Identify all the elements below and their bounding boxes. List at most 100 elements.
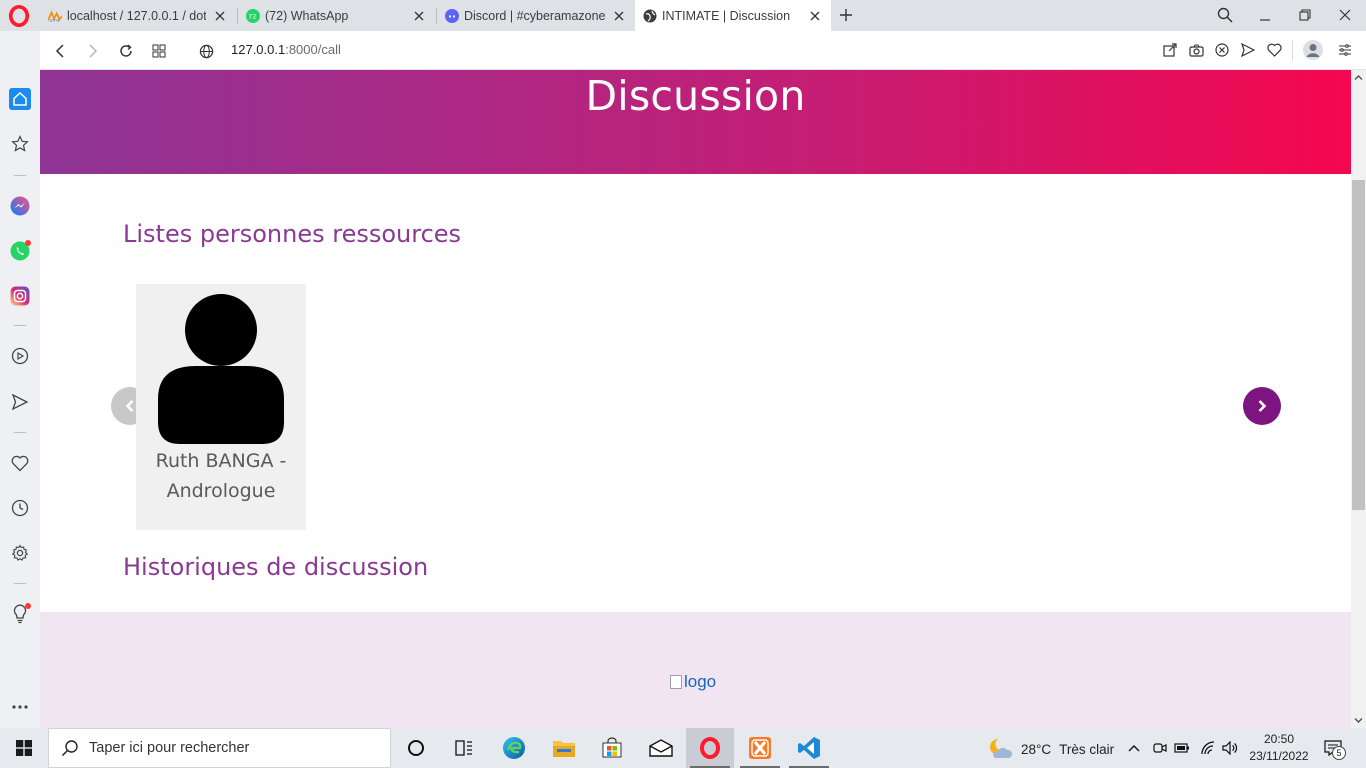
tab-title: localhost / 127.0.0.1 / dotc: [67, 8, 206, 23]
tab-title: INTIMATE | Discussion: [662, 8, 791, 23]
flow-send-icon[interactable]: [9, 391, 31, 413]
clock-date[interactable]: 23/11/2022: [1243, 749, 1315, 763]
player-icon[interactable]: [9, 345, 31, 367]
instagram-icon[interactable]: [9, 285, 31, 307]
close-icon[interactable]: [611, 8, 627, 24]
globe-icon: [643, 9, 657, 23]
show-hidden-icons-chevron-icon[interactable]: [1124, 728, 1144, 768]
hero-banner: Discussion: [40, 70, 1351, 174]
address-bar: 127.0.0.1:8000/call: [40, 31, 1366, 70]
adblock-icon[interactable]: [1213, 41, 1231, 59]
site-info-globe-icon[interactable]: [195, 40, 217, 62]
user-avatar-icon: [158, 294, 284, 444]
logo-alt-text: logo: [684, 672, 717, 691]
svg-text:pma: pma: [50, 18, 60, 22]
back-icon[interactable]: [49, 40, 71, 62]
footer-logo-image[interactable]: logo: [670, 672, 716, 692]
taskbar-search-placeholder: Taper ici pour rechercher: [89, 740, 250, 756]
weather-moon-cloud-icon: [990, 737, 1013, 758]
windows-start-button[interactable]: [0, 728, 48, 768]
close-icon[interactable]: [807, 8, 823, 24]
scroll-up-arrow-icon[interactable]: [1354, 73, 1363, 82]
mail-icon[interactable]: [637, 728, 685, 768]
sidebar-divider: [14, 325, 26, 326]
microsoft-store-icon[interactable]: [588, 728, 636, 768]
notification-dot: [25, 603, 31, 609]
tab-title: Discord | #cyberamazones-: [464, 8, 605, 23]
phpmyadmin-icon: pma: [48, 9, 62, 23]
tab-phpmyadmin[interactable]: pma localhost / 127.0.0.1 / dotc: [40, 0, 236, 31]
url-field[interactable]: 127.0.0.1:8000/call: [231, 42, 341, 57]
tab-title: (72) WhatsApp: [265, 8, 349, 23]
settings-gear-icon[interactable]: [9, 542, 31, 564]
send-icon[interactable]: [1239, 41, 1257, 59]
forward-icon[interactable]: [82, 40, 104, 62]
whatsapp-icon: 72: [246, 8, 260, 23]
opera-taskbar-icon[interactable]: [686, 728, 734, 768]
window-close-icon[interactable]: [1333, 4, 1357, 26]
sidebar-divider: [14, 175, 26, 176]
profile-avatar-icon[interactable]: [1302, 39, 1324, 61]
more-options-icon[interactable]: [9, 696, 31, 718]
search-icon: [61, 740, 78, 757]
battery-icon[interactable]: [1172, 728, 1192, 768]
page-title: Discussion: [585, 72, 806, 120]
close-icon[interactable]: [212, 8, 228, 24]
new-tab-plus-icon[interactable]: [837, 6, 855, 24]
windows-logo-icon: [16, 740, 32, 756]
reload-icon[interactable]: [115, 40, 137, 62]
camera-icon[interactable]: [1187, 41, 1205, 59]
xampp-icon[interactable]: [736, 728, 784, 768]
home-icon[interactable]: [9, 88, 31, 110]
weather-temperature: 28°C: [1021, 741, 1052, 757]
clock-time[interactable]: 20:50: [1248, 732, 1310, 746]
chevron-right-icon: [1258, 400, 1267, 412]
chevron-left-icon: [125, 400, 134, 412]
tabs-grid-icon[interactable]: [148, 40, 170, 62]
easy-setup-icon[interactable]: [1336, 41, 1354, 59]
edit-share-icon[interactable]: [1161, 41, 1179, 59]
weather-description: Très clair: [1059, 741, 1115, 757]
file-explorer-icon[interactable]: [540, 728, 588, 768]
wifi-icon[interactable]: [1198, 728, 1218, 768]
browser-tab-strip: pma localhost / 127.0.0.1 / dotc 72 (72)…: [0, 0, 1366, 31]
messenger-icon[interactable]: [9, 195, 31, 217]
speed-dial-star-icon[interactable]: [9, 133, 31, 155]
page-content: Discussion Listes personnes ressources R…: [40, 70, 1351, 728]
tab-whatsapp[interactable]: 72 (72) WhatsApp: [238, 0, 435, 31]
history-section-title: Historiques de discussion: [123, 553, 429, 581]
heart-icon[interactable]: [1265, 41, 1283, 59]
scrollbar-thumb[interactable]: [1352, 180, 1365, 510]
notification-count-badge: 5: [1332, 746, 1346, 760]
cortana-icon[interactable]: [392, 728, 440, 768]
person-name: Ruth BANGA - Andrologue: [155, 450, 287, 502]
close-icon[interactable]: [411, 8, 427, 24]
tab-intimate-discussion[interactable]: INTIMATE | Discussion: [635, 0, 831, 31]
history-clock-icon[interactable]: [9, 497, 31, 519]
meet-now-icon[interactable]: [1150, 728, 1170, 768]
weather-widget[interactable]: 28°C Très clair: [987, 737, 1114, 761]
minimize-icon[interactable]: [1253, 4, 1277, 26]
scroll-down-arrow-icon[interactable]: [1354, 716, 1363, 725]
discord-icon: [445, 8, 459, 23]
tab-search-icon[interactable]: [1213, 4, 1237, 26]
restore-icon[interactable]: [1293, 4, 1317, 26]
page-scrollbar[interactable]: [1351, 70, 1366, 728]
volume-icon[interactable]: [1220, 728, 1240, 768]
opera-sidebar: [0, 31, 40, 728]
opera-logo-icon[interactable]: [8, 5, 30, 27]
broken-image-icon: [670, 675, 682, 689]
tab-discord[interactable]: Discord | #cyberamazones-: [437, 0, 635, 31]
vscode-icon[interactable]: [785, 728, 833, 768]
task-view-icon[interactable]: [440, 728, 488, 768]
toolbar-divider: [1292, 40, 1293, 60]
person-card[interactable]: Ruth BANGA - Andrologue: [136, 284, 306, 530]
bookmarks-heart-icon[interactable]: [9, 452, 31, 474]
url-host: 127.0.0.1: [231, 42, 286, 57]
windows-taskbar: Taper ici pour rechercher 28°C Très clai…: [0, 728, 1366, 768]
carousel-next-button[interactable]: [1243, 387, 1281, 425]
edge-icon[interactable]: [490, 728, 538, 768]
notification-dot: [25, 240, 31, 246]
taskbar-search-box[interactable]: Taper ici pour rechercher: [48, 728, 391, 768]
sidebar-divider: [14, 432, 26, 433]
